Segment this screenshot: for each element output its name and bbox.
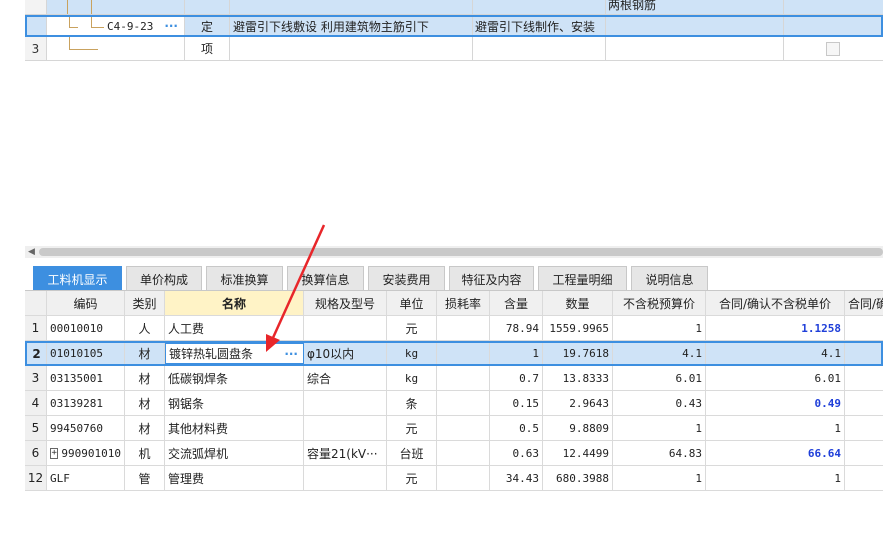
annotation-arrow <box>266 224 326 352</box>
arrow-shaft <box>270 224 326 341</box>
